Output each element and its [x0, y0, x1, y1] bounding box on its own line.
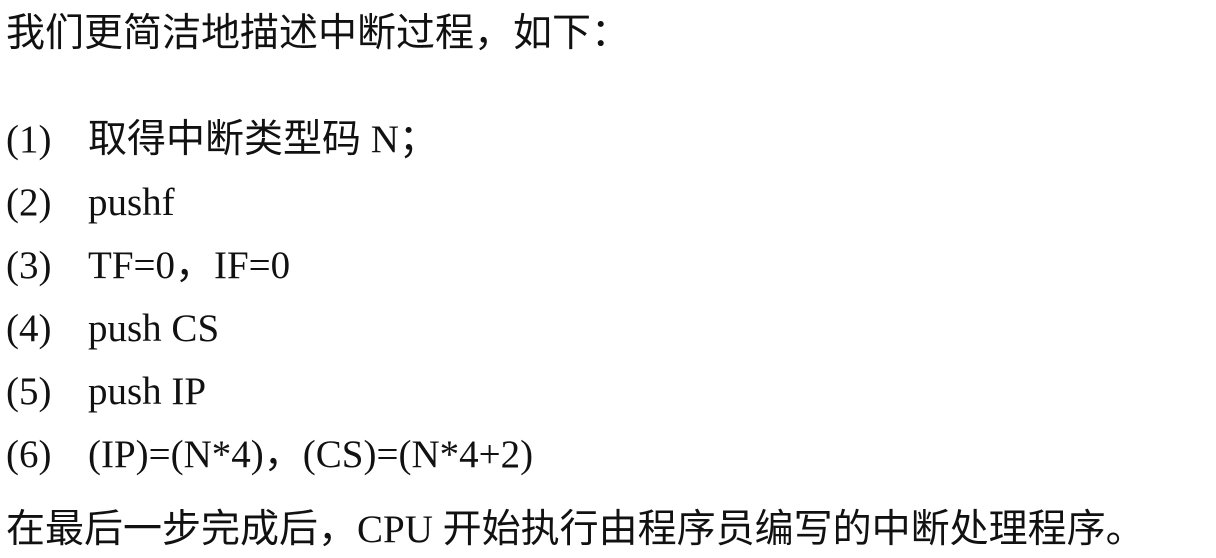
list-item: (5) push IP: [6, 360, 533, 423]
step-text: pushf: [88, 181, 175, 224]
interrupt-steps-list: (1) 取得中断类型码 N； (2) pushf (3) TF=0，IF=0 (…: [6, 108, 533, 486]
step-text: TF=0，IF=0: [88, 244, 291, 287]
list-item: (1) 取得中断类型码 N；: [6, 108, 533, 171]
outro-text: 在最后一步完成后，CPU 开始执行由程序员编写的中断处理程序。: [6, 508, 1145, 551]
list-item: (3) TF=0，IF=0: [6, 234, 533, 297]
step-text: 取得中断类型码 N；: [88, 118, 438, 161]
step-number: (3): [6, 244, 52, 287]
step-text: push CS: [88, 307, 220, 350]
step-number: (6): [6, 433, 52, 476]
document-page: 我们更简洁地描述中断过程，如下： (1) 取得中断类型码 N； (2) push…: [0, 0, 1216, 558]
step-number: (1): [6, 118, 52, 161]
step-number: (5): [6, 370, 52, 413]
list-item: (4) push CS: [6, 297, 533, 360]
step-number: (2): [6, 181, 52, 224]
intro-text: 我们更简洁地描述中断过程，如下：: [6, 12, 631, 55]
step-text: (IP)=(N*4)，(CS)=(N*4+2): [88, 433, 534, 476]
list-item: (2) pushf: [6, 171, 533, 234]
list-item: (6) (IP)=(N*4)，(CS)=(N*4+2): [6, 423, 533, 486]
step-number: (4): [6, 307, 52, 350]
step-text: push IP: [88, 370, 207, 413]
